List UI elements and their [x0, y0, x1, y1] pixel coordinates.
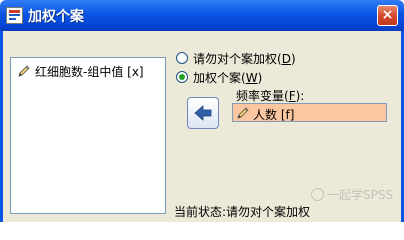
radio-no-weight-suffix: )	[290, 52, 296, 66]
radio-weight-by-circle[interactable]	[176, 71, 188, 83]
list-item-label: 红细胞数-组中值 [x]	[35, 65, 144, 79]
frequency-label-suffix: ):	[295, 89, 305, 103]
watermark-logo-icon	[311, 188, 324, 201]
frequency-variable-value: 人数 [f]	[253, 108, 295, 122]
frequency-variable-label: 频率变量(F):	[236, 87, 304, 104]
pencil-icon	[18, 65, 30, 77]
status-text: 当前状态:请勿对个案加权	[174, 205, 311, 219]
frequency-variable-field[interactable]: 人数 [f]	[232, 103, 387, 122]
move-variable-button[interactable]	[187, 97, 219, 129]
frequency-label-mnemonic: F	[288, 89, 296, 103]
radio-no-weight-mnemonic: D	[281, 52, 291, 66]
frequency-label-text: 频率变量(	[236, 89, 289, 103]
window-title: 加权个案	[28, 9, 84, 25]
close-button[interactable]: ×	[377, 5, 398, 26]
watermark-text: 一起学SPSS	[327, 188, 394, 202]
radio-weight-by[interactable]: 加权个案(W)	[176, 69, 262, 86]
pencil-icon	[237, 107, 249, 119]
watermark: 一起学SPSS	[311, 186, 393, 203]
radio-no-weight-circle[interactable]	[176, 52, 188, 64]
list-item[interactable]: 红细胞数-组中值 [x]	[17, 63, 144, 80]
left-arrow-icon	[194, 105, 212, 121]
radio-weight-by-label: 加权个案(	[193, 71, 246, 85]
title-bar[interactable]: 加权个案 ×	[0, 0, 404, 31]
spss-app-icon	[6, 7, 23, 24]
radio-no-weight[interactable]: 请勿对个案加权(D)	[176, 50, 296, 67]
radio-weight-by-suffix: )	[257, 71, 263, 85]
radio-no-weight-label: 请勿对个案加权(	[193, 52, 282, 66]
radio-weight-by-mnemonic: W	[245, 71, 258, 85]
variable-list[interactable]: 红细胞数-组中值 [x]	[10, 57, 166, 214]
